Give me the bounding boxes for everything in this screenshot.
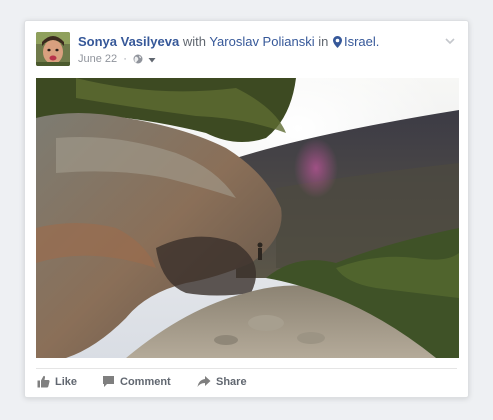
like-label: Like (55, 376, 78, 388)
post-photo[interactable] (36, 78, 459, 358)
action-bar: Like Comment Share (36, 372, 336, 392)
meta-separator: · (123, 53, 127, 65)
chevron-down-icon[interactable] (443, 34, 457, 48)
comment-button[interactable]: Comment (102, 374, 171, 390)
like-button[interactable]: Like (37, 374, 77, 390)
share-button[interactable]: Share (197, 374, 247, 390)
tagged-friend-link[interactable]: Yaroslav Polianski (209, 34, 314, 49)
map-pin-icon (332, 35, 342, 52)
action-divider (36, 368, 457, 369)
post-header: Sonya Vasilyeva with Yaroslav Polianski … (36, 32, 457, 68)
comment-label: Comment (120, 376, 171, 388)
post-meta: June 22 · (78, 52, 156, 68)
thumbs-up-icon (37, 375, 50, 388)
with-label: with (182, 34, 206, 49)
location-link[interactable]: Israel. (344, 34, 379, 49)
post-card: Sonya Vasilyeva with Yaroslav Polianski … (24, 20, 469, 398)
caret-down-icon[interactable] (148, 54, 156, 68)
post-title: Sonya Vasilyeva with Yaroslav Polianski … (78, 33, 437, 52)
share-arrow-icon (197, 376, 211, 387)
globe-icon[interactable] (133, 54, 143, 68)
share-label: Share (216, 376, 247, 388)
post-date[interactable]: June 22 (78, 53, 117, 65)
author-link[interactable]: Sonya Vasilyeva (78, 34, 179, 49)
avatar[interactable] (36, 32, 70, 66)
comment-bubble-icon (103, 376, 114, 387)
in-label: in (318, 34, 329, 49)
